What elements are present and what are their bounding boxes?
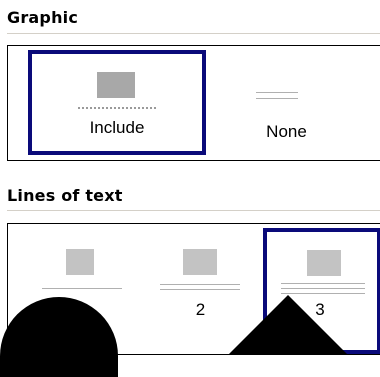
text-line-icon-1: [256, 92, 298, 93]
graphic-option-include[interactable]: Include: [28, 50, 206, 155]
include-option-label: Include: [89, 118, 145, 137]
graphic-option-none[interactable]: None: [206, 50, 380, 155]
text-line-icon-2: [256, 98, 298, 99]
graphic-section-divider: [7, 33, 380, 34]
text-line-icon: [42, 288, 122, 289]
lines-of-text-section-title: Lines of text: [7, 186, 123, 205]
graphic-placeholder-icon: [183, 249, 217, 275]
text-line-icon-1: [160, 284, 240, 285]
text-line-icon-1: [281, 283, 365, 284]
graphic-placeholder-icon: [66, 249, 94, 275]
text-line-icon-3: [281, 293, 365, 294]
lines-of-text-section-divider: [7, 210, 380, 211]
graphic-placeholder-icon: [307, 250, 341, 276]
graphic-options-group: Include None: [7, 45, 380, 161]
bottom-overlay-right-shape: [228, 295, 348, 355]
none-option-label: None: [266, 122, 307, 141]
dotted-text-line-icon: [78, 107, 156, 109]
graphic-placeholder-icon: [97, 72, 135, 98]
text-line-icon-2: [281, 288, 365, 289]
text-line-icon-2: [160, 289, 240, 290]
graphic-section-title: Graphic: [7, 8, 79, 27]
